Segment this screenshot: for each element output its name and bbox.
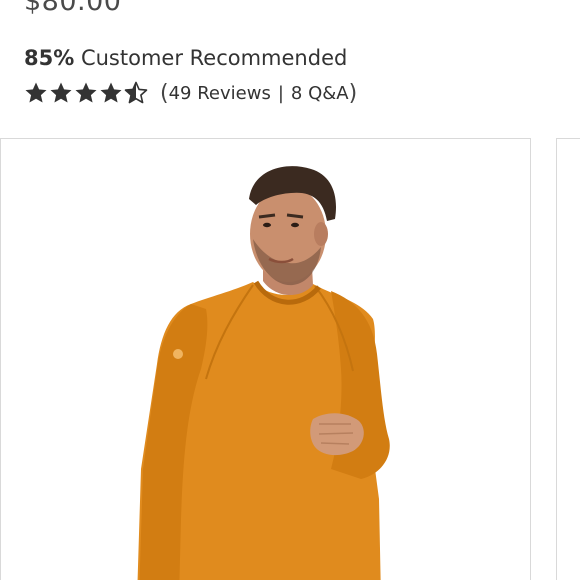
qa-count-link[interactable]: 8 Q&A	[291, 83, 349, 104]
half-star-icon	[124, 81, 148, 104]
separator: |	[277, 82, 284, 104]
close-paren: )	[348, 80, 358, 106]
recommend-label: Customer Recommended	[80, 46, 348, 70]
reviews-count-link[interactable]: 49 Reviews	[169, 83, 271, 104]
star-icon	[100, 82, 122, 103]
customer-recommended: 85% Customer Recommended	[24, 46, 347, 70]
star-rating[interactable]	[24, 81, 148, 105]
star-icon	[25, 82, 47, 103]
recommend-percent: 85%	[24, 46, 75, 70]
star-icon	[75, 82, 97, 103]
product-photo-icon	[137, 166, 390, 580]
next-image-frame[interactable]	[556, 138, 580, 580]
open-paren: (	[160, 80, 169, 106]
star-icon	[50, 82, 72, 103]
product-price: $80.00	[24, 0, 122, 17]
product-image-frame[interactable]	[0, 138, 531, 580]
rating-summary: ( 49 Reviews | 8 Q&A )	[24, 78, 357, 108]
product-page: $80.00 85% Customer Recommended (49 Rev…	[0, 0, 580, 580]
reviews-qa-link[interactable]: ( 49 Reviews | 8 Q&A )	[160, 81, 357, 106]
